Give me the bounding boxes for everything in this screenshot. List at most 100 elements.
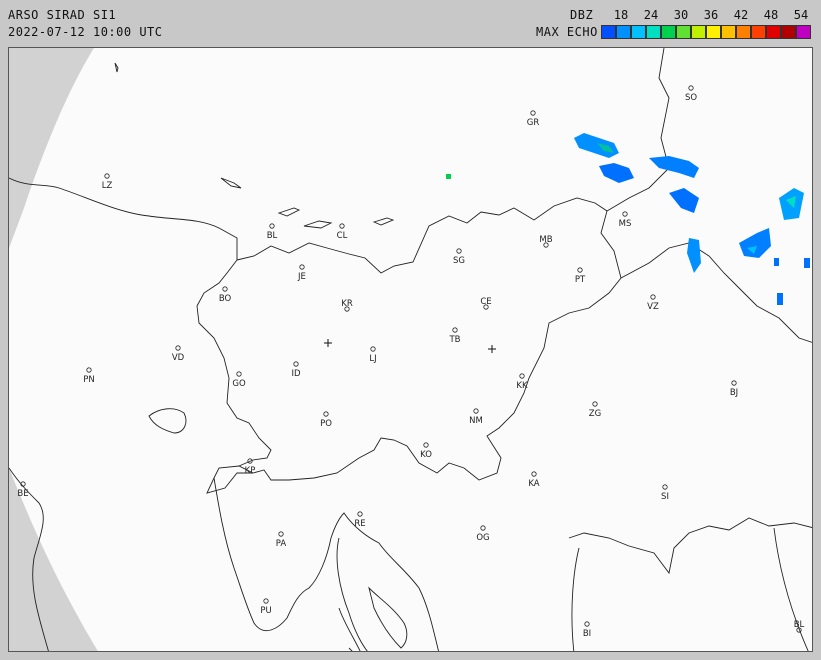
radar-map[interactable]: SO GR LZ BL CL MS MB SG JE PT BO KR CE VZ TB VD LJ PN ID GO… [8,47,813,652]
city-dot [175,345,181,351]
scale-tick-label: 42 [733,8,749,22]
scale-tick-label: 18 [613,8,629,22]
city-label: VD [172,353,185,363]
city-marker: NM [469,408,483,426]
city-dot [688,85,694,91]
city-label: SI [661,492,669,502]
city-marker: BE [17,481,29,499]
product-title: ARSO SIRAD SI1 [8,8,117,22]
city-marker: KK [516,373,528,391]
city-dot [650,294,656,300]
radar-sites [324,339,496,353]
city-dot [592,401,598,407]
echo-cell [774,258,779,266]
city-label: PU [260,606,271,616]
echo-cell [649,156,699,178]
no-coverage-area-top [9,48,94,248]
city-label: VZ [647,302,659,312]
city-marker: CL [337,223,348,241]
city-label: KK [516,381,528,391]
city-marker: ID [291,361,301,379]
city-marker: KR [341,299,353,312]
city-marker: LJ [369,346,377,364]
city-label: NM [469,416,483,426]
city-label: OG [476,533,489,543]
city-dot [531,471,537,477]
header: ARSO SIRAD SI1 2022-07-12 10:00 UTC DBZ … [0,0,821,46]
echo-cell [777,293,783,305]
slovenia-border [206,197,622,494]
city-marker: GO [232,371,246,389]
city-marker: PO [320,411,332,429]
city-marker: KO [420,442,432,460]
city-label: KO [420,450,432,460]
city-label: MB [539,235,552,245]
echo-cell [574,133,619,158]
city-label: GR [527,118,540,128]
city-dot [339,223,345,229]
scale-color-box [781,25,796,39]
scale-tick-label: 54 [793,8,809,22]
city-marker: PN [83,367,95,385]
city-label: JE [297,272,306,282]
scale-color-box [736,25,751,39]
lake-1 [220,177,242,189]
city-marker: BI [583,621,591,639]
scale-tick-label: 24 [643,8,659,22]
city-marker: BJ [730,380,738,398]
city-dot [731,380,737,386]
city-marker: BL [267,223,278,241]
austria-italy-border [9,177,238,260]
city-marker: VD [172,345,185,363]
mode-label: MAX ECHO [536,25,598,39]
city-label: TB [448,335,460,345]
city-label: CE [480,297,491,307]
scale-color-box [721,25,736,39]
east-border [606,48,670,212]
city-label: KR [341,299,353,309]
city-label: PA [276,539,287,549]
city-marker: SG [453,248,465,266]
city-marker: MB [539,235,553,248]
city-label: LZ [102,181,113,191]
city-label: ZG [589,409,601,419]
city-label: BJ [730,388,738,398]
city-marker: SO [685,85,697,103]
scale-color-box [601,25,616,39]
city-dot [480,525,486,531]
city-label: SO [685,93,697,103]
city-label: RE [354,519,365,529]
city-dot [278,531,284,537]
scale-tick-label: 48 [763,8,779,22]
city-marker: CE [480,297,492,310]
city-dot [662,484,668,490]
city-label: PT [575,275,586,285]
city-label: BI [583,629,591,639]
city-label: GO [232,379,246,389]
echo-cell [739,228,771,258]
echo-cell [804,258,810,268]
city-marker: LZ [102,173,113,191]
city-marker: VZ [647,294,659,312]
island-cres [338,607,361,651]
city-dot [236,371,242,377]
city-marker: MS [619,211,631,229]
echo-cell [669,188,699,213]
croatia-inland [571,547,580,651]
city-marker: BL [794,620,805,633]
city-dot [456,248,462,254]
city-dot [86,367,92,373]
city-marker: OG [476,525,490,543]
city-dot [323,411,329,417]
city-label: CL [337,231,348,241]
city-label: BO [219,294,232,304]
radar-site-cross [488,345,496,353]
hungary-croatia-border [620,242,812,343]
city-dot [370,346,376,352]
echo-cell [446,174,451,179]
city-marker: KA [528,471,540,489]
city-dot [104,173,110,179]
city-dot [622,211,628,217]
city-label: BL [267,231,278,241]
scale-color-box [751,25,766,39]
